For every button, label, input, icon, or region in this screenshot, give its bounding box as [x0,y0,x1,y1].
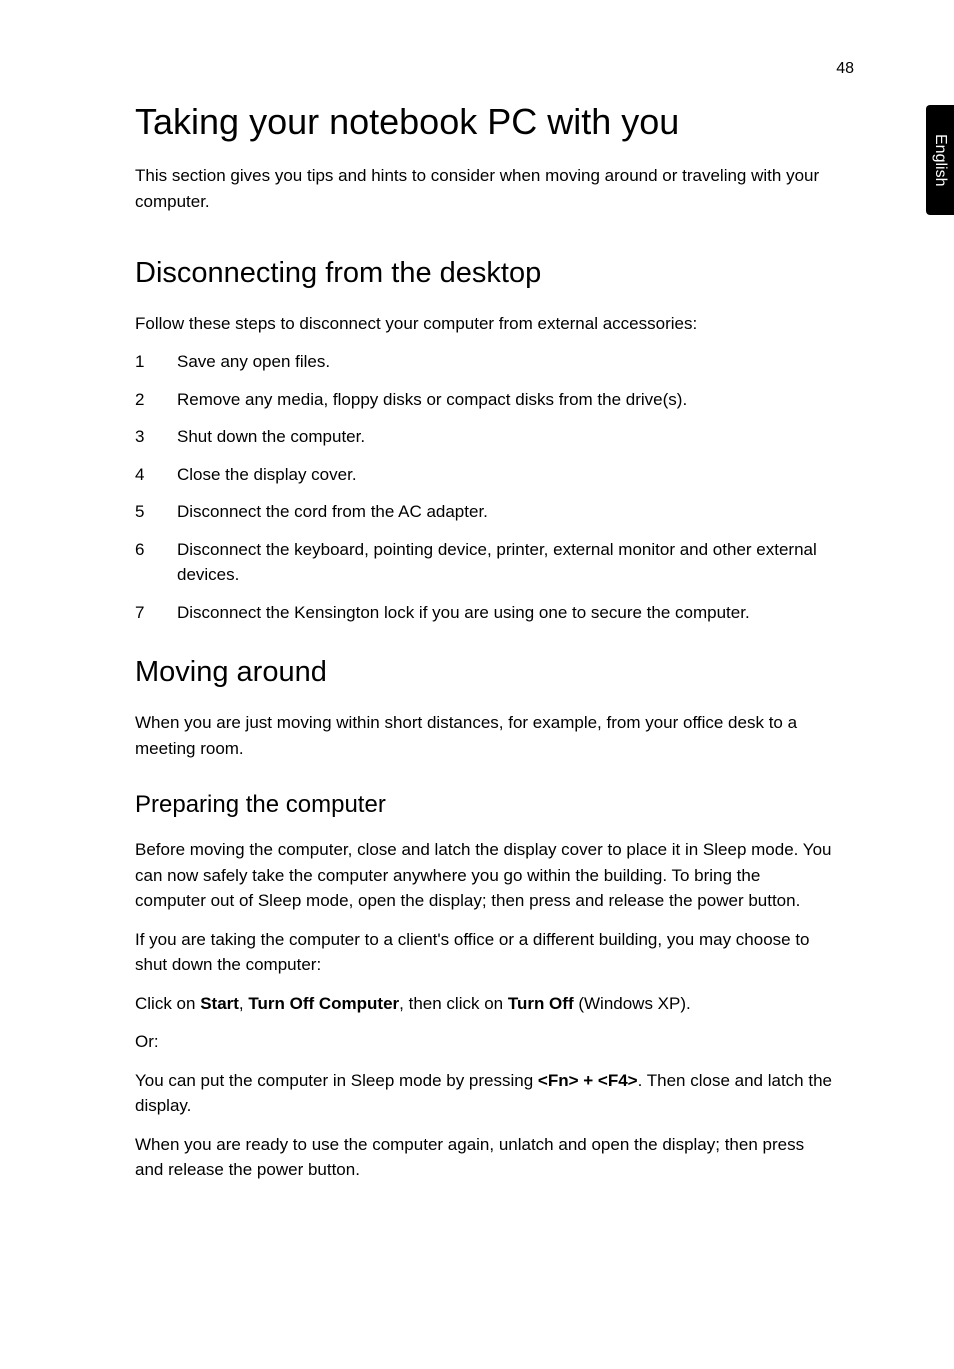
step-number: 2 [135,387,177,413]
text-fragment: (Windows XP). [574,994,691,1013]
step-number: 4 [135,462,177,488]
section-heading-moving: Moving around [135,655,835,690]
step-number: 3 [135,424,177,450]
text-fragment: , [239,994,248,1013]
step-number: 5 [135,499,177,525]
section-moving-around: Moving around When you are just moving w… [135,655,835,1182]
language-tab: English [926,105,954,215]
step-number: 6 [135,537,177,588]
section2-lead: When you are just moving within short di… [135,710,835,761]
step-text: Close the display cover. [177,462,835,488]
step-number: 7 [135,600,177,626]
step-text: Remove any media, floppy disks or compac… [177,387,835,413]
list-item: 5Disconnect the cord from the AC adapter… [135,499,835,525]
bold-start: Start [200,994,239,1013]
preparing-p1: Before moving the computer, close and la… [135,837,835,914]
text-fragment: , then click on [399,994,508,1013]
list-item: 4Close the display cover. [135,462,835,488]
preparing-p2: If you are taking the computer to a clie… [135,927,835,978]
list-item: 1Save any open files. [135,349,835,375]
list-item: 7Disconnect the Kensington lock if you a… [135,600,835,626]
list-item: 2Remove any media, floppy disks or compa… [135,387,835,413]
main-content: Taking your notebook PC with you This se… [135,100,835,1196]
section-heading-disconnecting: Disconnecting from the desktop [135,256,835,291]
subsection-heading-preparing: Preparing the computer [135,791,835,819]
page-title: Taking your notebook PC with you [135,100,835,143]
section1-lead: Follow these steps to disconnect your co… [135,311,835,337]
preparing-p3: Click on Start, Turn Off Computer, then … [135,991,835,1017]
list-item: 6Disconnect the keyboard, pointing devic… [135,537,835,588]
step-text: Disconnect the keyboard, pointing device… [177,537,835,588]
step-text: Disconnect the cord from the AC adapter. [177,499,835,525]
text-fragment: Click on [135,994,200,1013]
or-text: Or: [135,1029,835,1055]
bold-turn-off-computer: Turn Off Computer [248,994,399,1013]
step-number: 1 [135,349,177,375]
step-text: Shut down the computer. [177,424,835,450]
step-text: Disconnect the Kensington lock if you ar… [177,600,835,626]
page-number: 48 [836,60,854,78]
bold-keyboard-shortcut: <Fn> + <F4> [538,1071,638,1090]
preparing-p5: When you are ready to use the computer a… [135,1132,835,1183]
step-text: Save any open files. [177,349,835,375]
bold-turn-off: Turn Off [508,994,574,1013]
preparing-p4: You can put the computer in Sleep mode b… [135,1068,835,1119]
list-item: 3Shut down the computer. [135,424,835,450]
steps-list: 1Save any open files. 2Remove any media,… [135,349,835,625]
text-fragment: You can put the computer in Sleep mode b… [135,1071,538,1090]
intro-paragraph: This section gives you tips and hints to… [135,163,835,214]
